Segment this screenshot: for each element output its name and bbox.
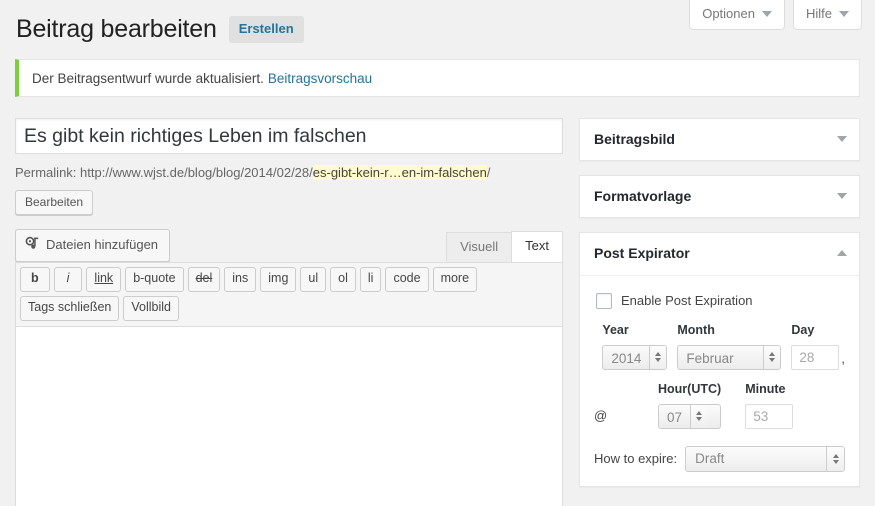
day-label: Day [791,322,815,337]
permalink-slug: es-gibt-kein-r…en-im-falschen [312,165,487,180]
editor-toolbar-row: Dateien hinzufügen Visuell Text [15,228,563,263]
tab-visual[interactable]: Visuell [446,231,513,263]
day-field-group: Day [791,322,840,370]
month-label: Month [677,322,715,337]
chevron-down-icon[interactable] [837,193,847,200]
hour-value: 07 [667,409,683,425]
quicktag-del[interactable]: del [187,267,221,293]
edit-permalink-button[interactable]: Bearbeiten [15,189,94,215]
expiration-time-row: @ Hour(UTC) 07 Minute [594,382,845,429]
at-symbol: @ [594,407,608,423]
page-heading: Beitrag bearbeiten Erstellen [16,14,304,45]
how-to-expire-label: How to expire: [594,451,678,467]
quicktag-ins[interactable]: ins [224,267,257,293]
postbox-post-format-header[interactable]: Formatvorlage [580,176,859,217]
quicktag-bold[interactable]: b [20,267,50,293]
add-new-post-button[interactable]: Erstellen [228,16,304,43]
month-select[interactable]: Februar [677,344,782,370]
quicktag-code[interactable]: code [385,267,429,293]
year-select[interactable]: 2014 [602,344,668,370]
quicktag-close-tags[interactable]: Tags schließen [20,296,120,321]
enable-post-expiration-row: Enable Post Expiration [596,292,845,309]
chevron-down-icon [761,11,772,18]
preview-post-link[interactable]: Beitragsvorschau [268,71,372,86]
permalink-label: Permalink: [15,165,77,180]
quicktag-link[interactable]: link [86,267,122,293]
post-body-content: Permalink: http://www.wjst.de/blog/blog/… [15,118,563,506]
screen-options-button[interactable]: Optionen [689,0,785,31]
chevron-down-icon [839,11,849,18]
year-field-group: Year 2014 [602,322,668,370]
quicktag-ul[interactable]: ul [300,267,327,293]
year-spinner-icon[interactable] [649,345,667,369]
hour-field-group: Hour(UTC) 07 [658,381,722,429]
how-to-expire-value: Draft [695,450,725,466]
post-sidebar: Beitragsbild Formatvorlage Post Expirato… [579,118,860,501]
permalink-row: Permalink: http://www.wjst.de/blog/blog/… [15,163,563,183]
day-input[interactable] [791,344,840,370]
hour-spinner-icon[interactable] [690,404,708,428]
screen-options-label: Optionen [702,6,755,21]
help-button[interactable]: Hilfe [792,0,862,31]
year-label: Year [602,322,629,337]
postbox-title: Formatvorlage [594,188,692,205]
permalink-base-url: http://www.wjst.de/blog/blog/2014/02/28/ [80,165,313,180]
postbox-post-format: Formatvorlage [579,175,860,219]
month-field-group: Month Februar [677,322,782,370]
how-to-expire-spinner-icon[interactable] [826,446,844,471]
hour-label: Hour(UTC) [658,381,722,396]
permalink-tail: / [486,165,491,180]
quicktag-italic[interactable]: i [53,267,83,293]
insert-media-button[interactable]: Dateien hinzufügen [15,228,171,263]
date-comma-separator: , [841,350,845,366]
minute-field-group: Minute [745,381,794,429]
how-to-expire-select[interactable]: Draft [685,445,845,472]
month-spinner-icon[interactable] [763,345,781,369]
post-expirator-panel: Enable Post Expiration Year 2014 Month F… [580,276,859,486]
hour-select[interactable]: 07 [658,403,722,429]
postbox-title: Post Expirator [594,245,690,262]
tab-text[interactable]: Text [511,230,563,263]
postbox-post-expirator-header[interactable]: Post Expirator [580,233,859,276]
notice-message: Der Beitragsentwurf wurde aktualisiert. [32,70,264,86]
quicktag-more[interactable]: more [432,267,478,293]
editor-wrap: Dateien hinzufügen Visuell Text b i link… [15,228,563,506]
expiration-date-row: Year 2014 Month Februar Day 28 , [594,323,845,370]
date-row-spacer [594,349,602,370]
year-value: 2014 [611,350,642,366]
postbox-featured-image: Beitragsbild [579,118,860,162]
postbox-featured-image-header[interactable]: Beitragsbild [580,119,859,160]
enable-post-expiration-label: Enable Post Expiration [621,293,753,309]
postbox-post-expirator: Post Expirator Enable Post Expiration Ye… [579,232,860,487]
quicktags-toolbar: b i link b-quote del ins img ul ol li co… [15,262,563,327]
chevron-down-icon[interactable] [837,136,847,143]
screen-meta-links: Optionen Hilfe [689,0,862,31]
page-title: Beitrag bearbeiten [16,15,217,43]
chevron-up-icon[interactable] [837,250,847,257]
minute-label: Minute [745,381,786,396]
media-add-icon [25,236,40,255]
editor-mode-tabs: Visuell Text [446,230,563,263]
insert-media-label: Dateien hinzufügen [46,237,159,253]
post-title-input[interactable] [15,118,563,154]
quicktag-li[interactable]: li [359,267,382,293]
minute-input[interactable] [745,403,794,429]
post-content-textarea[interactable] [15,326,563,506]
enable-post-expiration-checkbox[interactable] [596,292,612,309]
quicktag-ol[interactable]: ol [330,267,356,293]
expiration-date-grid: Year 2014 Month Februar Day 28 , @ Hour(… [594,323,845,429]
help-label: Hilfe [805,6,832,21]
quicktag-fullscreen[interactable]: Vollbild [123,296,179,321]
updated-notice: Der Beitragsentwurf wurde aktualisiert. … [15,59,860,97]
postbox-title: Beitragsbild [594,131,675,147]
quicktag-blockquote[interactable]: b-quote [125,267,184,293]
how-to-expire-row: How to expire: Draft [594,445,845,472]
quicktag-img[interactable]: img [260,267,297,293]
month-value: Februar [686,350,734,366]
